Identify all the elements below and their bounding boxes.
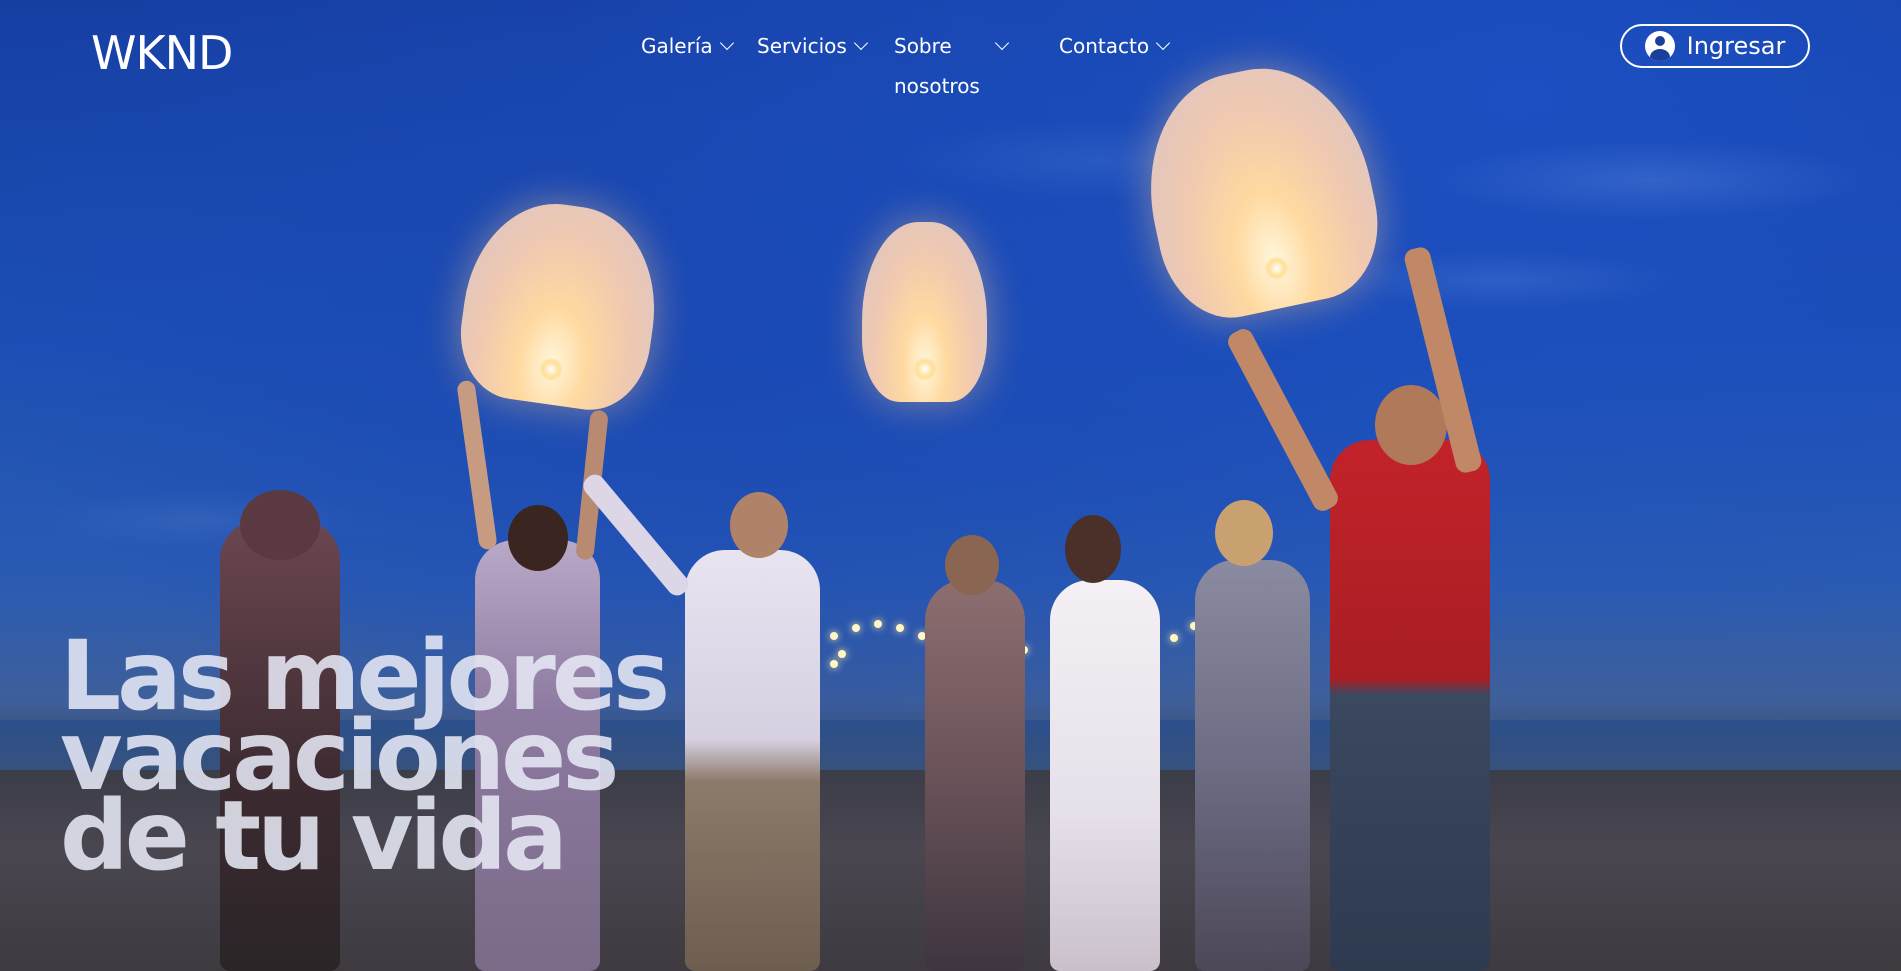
nav-item-servicios[interactable]: Servicios <box>757 34 868 58</box>
hero-headline: Las mejores vacaciones de tu vida <box>60 628 670 884</box>
person-head <box>945 535 999 595</box>
person-head <box>1065 515 1121 583</box>
login-button[interactable]: Ingresar <box>1620 24 1810 68</box>
person-head <box>1375 385 1447 465</box>
person-silhouette <box>1050 580 1160 971</box>
nav-item-label: Sobre <box>894 34 952 58</box>
nav-item-sobre-nosotros[interactable]: Sobre <box>894 34 1009 58</box>
person-silhouette <box>1330 440 1490 971</box>
person-head <box>730 492 788 558</box>
person-head <box>508 505 568 571</box>
hero-section: WKND Galería Servicios Sobre Contacto no… <box>0 0 1901 971</box>
chevron-down-icon <box>853 35 868 51</box>
person-silhouette <box>925 580 1025 971</box>
login-label: Ingresar <box>1686 32 1786 60</box>
nav-item-label: Contacto <box>1059 34 1150 58</box>
chevron-down-icon <box>994 35 1009 51</box>
person-silhouette <box>1195 560 1310 971</box>
nav-item-label: Galería <box>641 34 713 58</box>
person-head <box>240 490 320 560</box>
nav-item-label: Servicios <box>757 34 847 58</box>
nav-item-contacto[interactable]: Contacto <box>1059 34 1171 58</box>
chevron-down-icon <box>719 35 734 51</box>
nav-item-label-line2[interactable]: nosotros <box>894 74 980 98</box>
person-head <box>1215 500 1273 566</box>
nav-item-galeria[interactable]: Galería <box>641 34 734 58</box>
user-circle-icon <box>1644 31 1675 61</box>
sky-lantern <box>862 222 987 402</box>
person-silhouette <box>685 550 820 971</box>
chevron-down-icon <box>1155 35 1171 51</box>
